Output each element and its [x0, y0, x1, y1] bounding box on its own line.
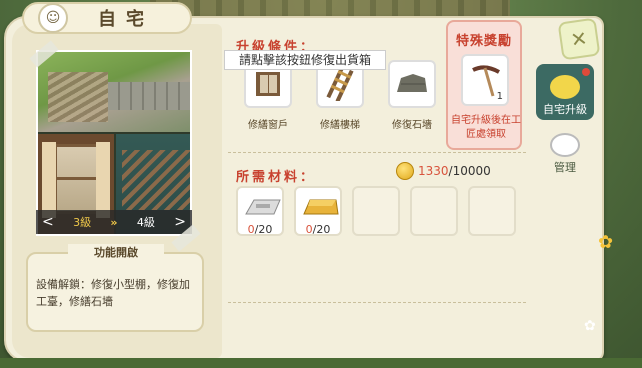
prev-level-arrow-icon[interactable]: < [42, 214, 54, 230]
reward-title: 特殊獎勵 [455, 34, 512, 49]
close-icon: ✕ [569, 25, 589, 53]
flower-icon: ✿ [598, 232, 614, 253]
divider [228, 302, 526, 303]
feature-box: 功能開啟 設備解鎖：修復小型棚，修復加工臺，修繕石墻 [26, 244, 204, 332]
material-slot[interactable]: 0/20 [236, 186, 284, 236]
coin-requirement: 1330 /10000 [396, 162, 491, 180]
grass-decoration [0, 358, 642, 368]
level-arrow-icon: » [110, 215, 118, 229]
level-bar: < 3級 » 4級 > [36, 210, 192, 234]
next-level: 4級 [136, 216, 155, 229]
special-reward-box: 特殊獎勵 1 自宅升級後在工匠處領取 [446, 20, 522, 150]
reward-count: 1 [496, 91, 503, 102]
manage-icon [550, 133, 580, 157]
hint-tooltip: 請點擊該按鈕修復出貨箱 [224, 50, 386, 70]
condition-label: 修復石墻 [392, 120, 432, 131]
gold-ingot-icon [303, 199, 339, 215]
feature-text: 設備解鎖：修復小型棚，修復加工臺，修繕石墻 [36, 278, 190, 308]
coin-have: 1330 [418, 164, 449, 178]
material-count: 0/20 [305, 223, 331, 236]
empty-material-slot [468, 186, 516, 236]
empty-material-slot [352, 186, 400, 236]
home-upgrade-icon [550, 75, 580, 99]
reward-item[interactable]: 1 [461, 54, 509, 106]
stone-wall-icon [397, 74, 427, 92]
feature-title: 功能開啟 [68, 244, 164, 264]
title-tab: ☺ 自宅 [22, 2, 192, 34]
condition-label: 修繕窗戶 [248, 120, 288, 131]
stairs-icon [326, 67, 354, 101]
empty-material-slot [410, 186, 458, 236]
notification-dot [582, 68, 590, 76]
condition-label: 修繕樓梯 [320, 120, 360, 131]
page-title: 自宅 [98, 9, 154, 30]
house-photo [36, 50, 192, 236]
silver-ingot-icon [245, 199, 281, 215]
divider [228, 152, 526, 153]
flower-icon: ✿ [584, 318, 596, 334]
tab-label: 自宅升級 [543, 103, 587, 116]
tab-label: 管理 [554, 161, 576, 174]
window-icon [256, 72, 280, 96]
condition-stone-wall[interactable] [388, 60, 436, 108]
avatar-icon: ☺ [38, 3, 68, 33]
material-count: 0/20 [247, 223, 273, 236]
materials-title: 所需材料： [236, 170, 317, 185]
next-level-arrow-icon[interactable]: > [174, 214, 186, 230]
coin-icon [396, 162, 414, 180]
house-exterior-image [38, 52, 190, 132]
tab-manage[interactable]: 管理 [536, 122, 594, 178]
tab-home-upgrade[interactable]: 自宅升級 [536, 64, 594, 120]
close-button[interactable]: ✕ [557, 17, 601, 61]
coin-need: /10000 [448, 164, 491, 178]
current-level: 3級 [73, 216, 92, 229]
material-slot[interactable]: 0/20 [294, 186, 342, 236]
reward-description: 自宅升級後在工匠處領取 [451, 115, 521, 140]
